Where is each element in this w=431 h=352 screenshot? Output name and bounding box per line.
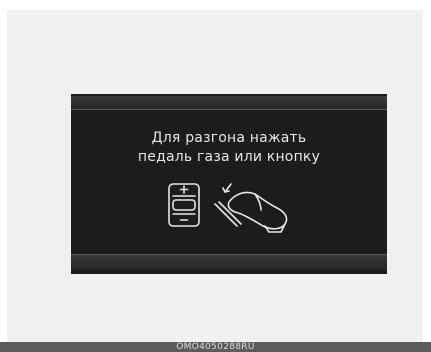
accelerator-pedal-icon xyxy=(214,183,288,233)
display-top-band xyxy=(71,96,387,110)
icon-group xyxy=(168,183,288,233)
cruise-switch-icon xyxy=(168,183,200,227)
figure-caption: OMO4050288RU xyxy=(0,342,431,352)
display-bottom-band xyxy=(71,254,387,270)
cluster-display: Для разгона нажать педаль газа или кнопк… xyxy=(71,94,387,274)
figure-panel: Для разгона нажать педаль газа или кнопк… xyxy=(7,10,423,342)
message-line-2: педаль газа или кнопку xyxy=(137,149,321,165)
message-line-1: Для разгона нажать xyxy=(151,130,307,146)
